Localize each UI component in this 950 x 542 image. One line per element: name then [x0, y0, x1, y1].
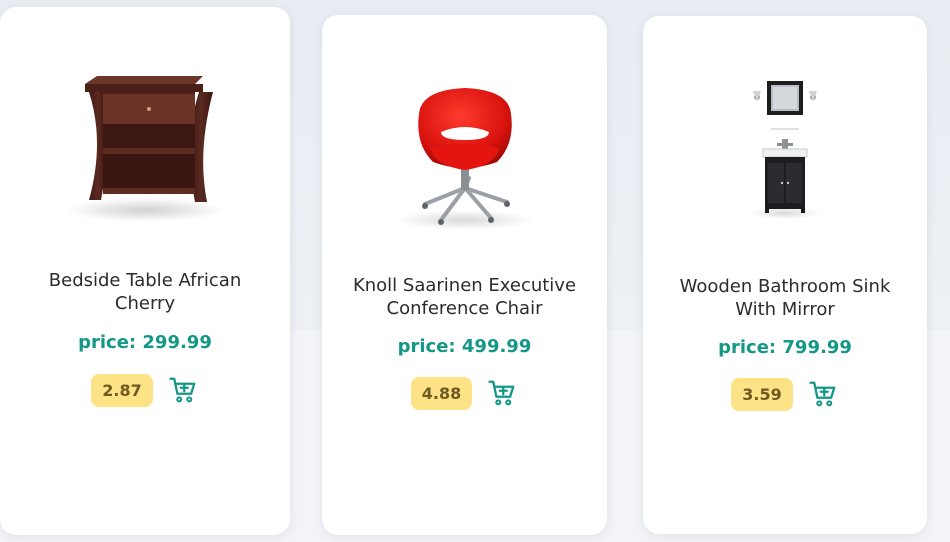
product-card[interactable]: Wooden Bathroom Sink With Mirror price: … — [643, 16, 927, 534]
product-actions: 4.88 — [322, 373, 607, 413]
bathroom-sink-image — [749, 81, 821, 219]
office-chair-image — [394, 88, 535, 230]
product-price: price: 299.99 — [78, 332, 212, 353]
rating-badge: 4.88 — [410, 376, 473, 410]
add-to-cart-icon — [488, 380, 515, 406]
add-to-cart-button[interactable] — [807, 378, 839, 410]
product-name[interactable]: Wooden Bathroom Sink With Mirror — [663, 275, 907, 321]
add-to-cart-icon — [169, 377, 196, 403]
add-to-cart-button[interactable] — [167, 374, 199, 406]
rating-badge: 2.87 — [91, 373, 153, 407]
product-card[interactable]: Bedside Table African Cherry price: 299.… — [0, 7, 290, 535]
product-card[interactable]: Knoll Saarinen Executive Conference Chai… — [322, 15, 607, 535]
add-to-cart-button[interactable] — [486, 377, 518, 409]
add-to-cart-icon — [809, 381, 836, 407]
product-actions: 2.87 — [0, 370, 290, 410]
product-name[interactable]: Knoll Saarinen Executive Conference Chai… — [342, 274, 587, 320]
product-name[interactable]: Bedside Table African Cherry — [20, 269, 270, 315]
product-price: price: 499.99 — [397, 336, 532, 357]
bedside-table-image — [65, 76, 225, 222]
product-actions: 3.59 — [643, 374, 927, 414]
product-price: price: 799.99 — [718, 337, 852, 358]
rating-badge: 3.59 — [731, 377, 793, 411]
